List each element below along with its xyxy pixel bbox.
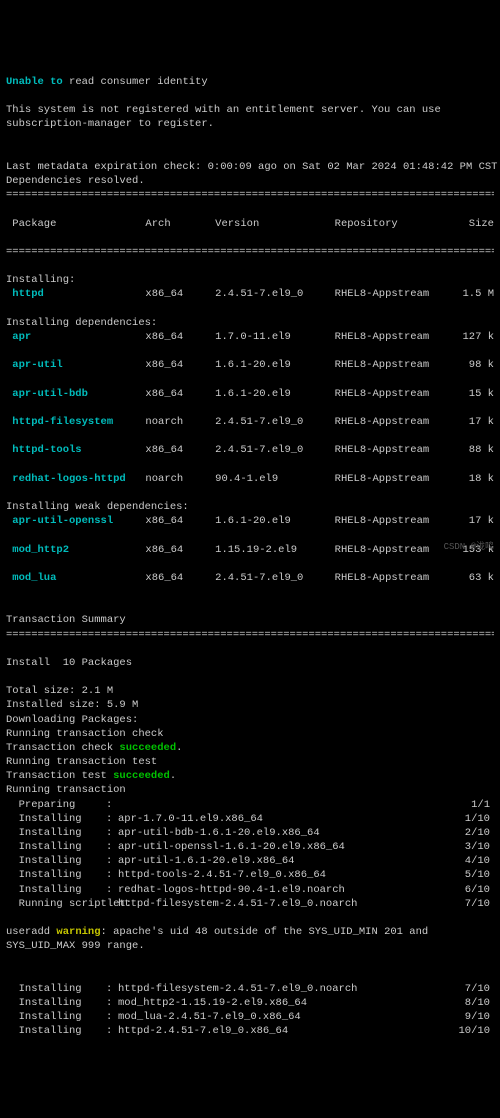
table-row: redhat-logos-httpdnoarch90.4-1.el9RHEL8-…: [6, 472, 494, 486]
col-package: Package: [6, 217, 145, 231]
installed-size: Installed size: 5.9 M: [6, 699, 138, 711]
section-deps: Installing dependencies:: [6, 317, 157, 329]
section-installing: Installing:: [6, 274, 75, 286]
error-text: read consumer identity: [63, 76, 208, 88]
hr: ========================================…: [6, 245, 494, 259]
progress-line: Installing:mod_http2-1.15.19-2.el9.x86_6…: [6, 996, 494, 1010]
progress-line: Installing:apr-util-1.6.1-20.el9.x86_644…: [6, 854, 494, 868]
progress-line: Installing:apr-util-openssl-1.6.1-20.el9…: [6, 840, 494, 854]
progress-line: Installing:httpd-2.4.51-7.el9_0.x86_6410…: [6, 1024, 494, 1038]
col-version: Version: [215, 217, 335, 231]
col-arch: Arch: [145, 217, 215, 231]
pkg-name: httpd: [6, 287, 145, 301]
install-count: Install 10 Packages: [6, 657, 132, 669]
warning-label: warning: [56, 926, 100, 938]
progress-line: Installing:mod_lua-2.4.51-7.el9_0.x86_64…: [6, 1010, 494, 1024]
tx-check-ok: Transaction check succeeded.: [6, 742, 182, 754]
table-row: httpd-filesystemnoarch2.4.51-7.el9_0RHEL…: [6, 415, 494, 429]
table-row: aprx86_641.7.0-11.el9RHEL8-Appstream127 …: [6, 330, 494, 344]
col-headers: PackageArchVersionRepositorySize: [6, 217, 494, 231]
total-size: Total size: 2.1 M: [6, 685, 113, 697]
terminal-output: Unable to read consumer identity This sy…: [6, 61, 494, 1053]
progress-line: Preparing:1/1: [6, 798, 494, 812]
section-weak: Installing weak dependencies:: [6, 501, 189, 513]
tx-summary: Transaction Summary: [6, 614, 126, 626]
metadata-line: Last metadata expiration check: 0:00:09 …: [6, 161, 500, 173]
table-row: apr-utilx86_641.6.1-20.el9RHEL8-Appstrea…: [6, 358, 494, 372]
tx-test-ok: Transaction test succeeded.: [6, 770, 176, 782]
warning-line: useradd warning: apache's uid 48 outside…: [6, 925, 494, 953]
table-row: apr-util-bdbx86_641.6.1-20.el9RHEL8-Apps…: [6, 387, 494, 401]
progress-line: Installing:httpd-filesystem-2.4.51-7.el9…: [6, 982, 494, 996]
hr: ========================================…: [6, 188, 494, 202]
progress-line: Installing:apr-util-bdb-1.6.1-20.el9.x86…: [6, 826, 494, 840]
table-row: apr-util-opensslx86_641.6.1-20.el9RHEL8-…: [6, 514, 494, 528]
run-tx-check: Running transaction check: [6, 728, 164, 740]
progress-line: Installing:apr-1.7.0-11.el9.x86_641/10: [6, 812, 494, 826]
col-repo: Repository: [335, 217, 457, 231]
run-tx: Running transaction: [6, 784, 126, 796]
progress-line: Running scriptlet:httpd-filesystem-2.4.5…: [6, 897, 494, 911]
col-size: Size: [456, 217, 494, 231]
table-row: httpd-toolsx86_642.4.51-7.el9_0RHEL8-App…: [6, 443, 494, 457]
downloading: Downloading Packages:: [6, 714, 138, 726]
watermark: CSDN @泷鸣: [444, 541, 494, 553]
table-row: httpdx86_642.4.51-7.el9_0RHEL8-Appstream…: [6, 287, 494, 301]
table-row: mod_http2x86_641.15.19-2.el9RHEL8-Appstr…: [6, 543, 494, 557]
progress-line: Installing:redhat-logos-httpd-90.4-1.el9…: [6, 883, 494, 897]
progress-line: Installing:httpd-tools-2.4.51-7.el9_0.x8…: [6, 868, 494, 882]
table-row: mod_luax86_642.4.51-7.el9_0RHEL8-Appstre…: [6, 571, 494, 585]
error-prefix: Unable to: [6, 76, 63, 88]
hr: ========================================…: [6, 628, 494, 642]
deps-resolved: Dependencies resolved.: [6, 175, 145, 187]
run-tx-test: Running transaction test: [6, 756, 157, 768]
register-msg: This system is not registered with an en…: [6, 103, 494, 131]
